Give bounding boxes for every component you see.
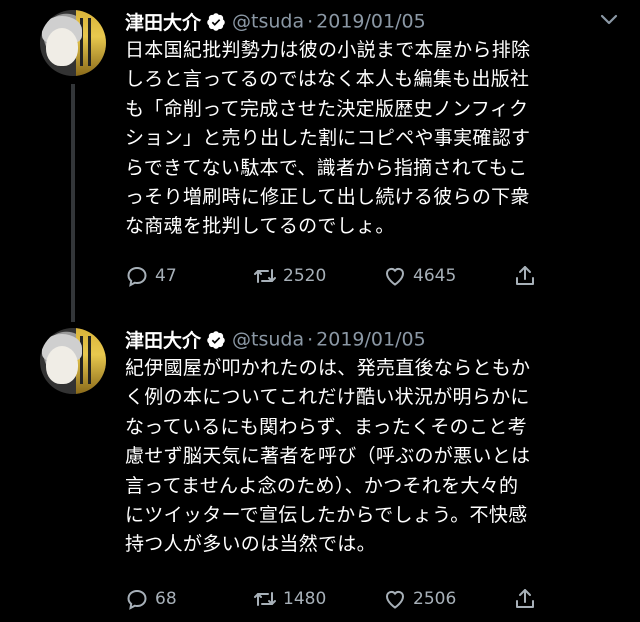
reply-count: 68 (155, 589, 177, 609)
retweet-button[interactable]: 2520 (253, 263, 326, 289)
tweet-2[interactable]: 津田大介 @tsuda · 2019/01/05 紀伊國屋が叩かれたのは、発売直後なら… (0, 318, 640, 622)
avatar[interactable] (40, 10, 106, 76)
reply-button[interactable]: 68 (125, 586, 177, 612)
heart-icon (385, 267, 405, 286)
tweet-text: 日本国紀批判勢力は彼の小説まで本屋から排除 しろと言ってるのではなく本人も編集も… (125, 39, 531, 238)
chevron-down-icon[interactable] (600, 14, 618, 26)
tweet-header: 津田大介 @tsuda · 2019/01/05 (125, 326, 426, 354)
author-handle[interactable]: @tsuda (232, 329, 304, 351)
reply-button[interactable]: 47 (125, 263, 177, 289)
thread-connector-line (71, 84, 75, 322)
share-button[interactable] (513, 263, 543, 289)
author-name[interactable]: 津田大介 (125, 330, 201, 352)
heart-icon (385, 590, 405, 609)
avatar[interactable] (40, 328, 106, 394)
tweet-actions: 68 1480 2506 (125, 586, 545, 612)
tweet-1[interactable]: 津田大介 @tsuda · 2019/01/05 日本国紀批判勢力は彼の小説まで本屋か… (0, 0, 640, 322)
like-button[interactable]: 2506 (383, 586, 456, 612)
reply-count: 47 (155, 266, 177, 286)
tweet-date[interactable]: 2019/01/05 (316, 329, 426, 351)
tweet-text: 紀伊國屋が叩かれたのは、発売直後ならともか く例の本についてこれだけ酷い状況が明… (125, 357, 531, 556)
retweet-icon (254, 269, 276, 283)
author-name[interactable]: 津田大介 (125, 12, 201, 34)
tweet-actions: 47 2520 4645 (125, 263, 545, 289)
share-button[interactable] (513, 586, 543, 612)
book-cover-image (76, 328, 106, 394)
book-cover-image (76, 10, 106, 76)
tweet-header: 津田大介 @tsuda · 2019/01/05 (125, 8, 426, 36)
separator: · (307, 10, 314, 33)
retweet-count: 1480 (283, 589, 327, 609)
share-icon (516, 589, 534, 608)
like-button[interactable]: 4645 (383, 263, 456, 289)
like-count: 2506 (413, 589, 457, 609)
tweet-date[interactable]: 2019/01/05 (316, 11, 426, 33)
reply-icon (127, 266, 147, 287)
retweet-count: 2520 (283, 266, 327, 286)
avatar-face (46, 346, 78, 384)
retweet-icon (254, 592, 276, 606)
verified-badge-icon (207, 330, 225, 349)
author-handle[interactable]: @tsuda (232, 11, 304, 33)
reply-icon (127, 589, 147, 610)
retweet-button[interactable]: 1480 (253, 586, 326, 612)
verified-badge-icon (207, 12, 225, 31)
avatar-face (46, 28, 78, 66)
like-count: 4645 (413, 266, 457, 286)
separator: · (307, 328, 314, 351)
share-icon (516, 266, 534, 285)
